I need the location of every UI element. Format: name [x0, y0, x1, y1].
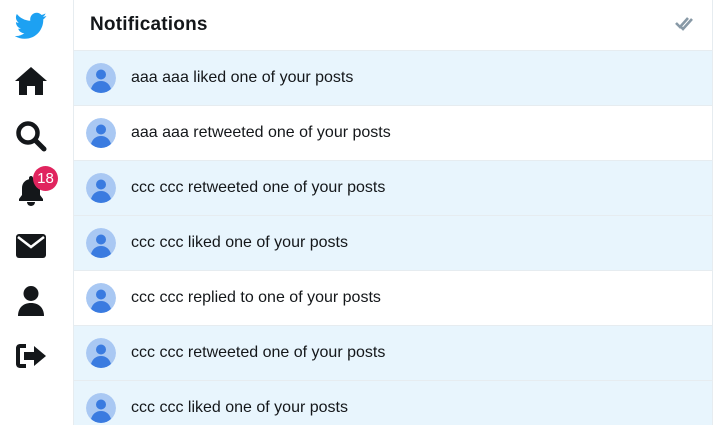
- notification-text: ccc ccc replied to one of your posts: [131, 289, 381, 306]
- notification-row[interactable]: ccc ccc replied to one of your posts: [74, 271, 712, 326]
- avatar[interactable]: [86, 393, 116, 423]
- avatar[interactable]: [86, 338, 116, 368]
- search-icon: [15, 120, 47, 152]
- logo-link[interactable]: [0, 3, 62, 49]
- avatar[interactable]: [86, 63, 116, 93]
- nav-messages[interactable]: [0, 223, 62, 269]
- notification-row[interactable]: ccc ccc retweeted one of your posts: [74, 161, 712, 216]
- envelope-icon: [15, 233, 47, 259]
- nav-profile[interactable]: [0, 278, 62, 324]
- avatar[interactable]: [86, 118, 116, 148]
- page-title: Notifications: [90, 14, 208, 35]
- user-avatar-icon: [86, 283, 116, 313]
- nav-explore[interactable]: [0, 113, 62, 159]
- notification-text: aaa aaa retweeted one of your posts: [131, 124, 391, 141]
- user-avatar-icon: [86, 118, 116, 148]
- notifications-panel: Notifications aaa aaa liked one of your …: [73, 0, 713, 425]
- notification-text: aaa aaa liked one of your posts: [131, 69, 354, 86]
- notification-row[interactable]: ccc ccc liked one of your posts: [74, 381, 712, 425]
- notification-row[interactable]: aaa aaa liked one of your posts: [74, 51, 712, 106]
- notification-row[interactable]: aaa aaa retweeted one of your posts: [74, 106, 712, 161]
- sign-out-icon: [15, 342, 47, 370]
- home-icon: [14, 66, 48, 96]
- user-avatar-icon: [86, 63, 116, 93]
- avatar[interactable]: [86, 173, 116, 203]
- panel-header: Notifications: [74, 0, 712, 51]
- notification-text: ccc ccc retweeted one of your posts: [131, 344, 386, 361]
- notification-list: aaa aaa liked one of your posts aaa aaa r…: [74, 51, 712, 425]
- nav-logout[interactable]: [0, 333, 62, 379]
- app: 18 Notifications aaa aaa liked one of yo…: [0, 0, 714, 425]
- user-avatar-icon: [86, 393, 116, 423]
- sidebar: 18: [0, 0, 62, 425]
- nav-home[interactable]: [0, 58, 62, 104]
- avatar[interactable]: [86, 228, 116, 258]
- notification-text: ccc ccc liked one of your posts: [131, 234, 348, 251]
- avatar[interactable]: [86, 283, 116, 313]
- notification-count-badge: 18: [33, 166, 58, 191]
- user-avatar-icon: [86, 338, 116, 368]
- user-avatar-icon: [86, 173, 116, 203]
- notification-row[interactable]: ccc ccc retweeted one of your posts: [74, 326, 712, 381]
- double-check-icon: [675, 15, 693, 36]
- user-avatar-icon: [86, 228, 116, 258]
- twitter-bird-icon: [15, 12, 47, 40]
- mark-all-read-button[interactable]: [674, 15, 694, 35]
- notification-row[interactable]: ccc ccc liked one of your posts: [74, 216, 712, 271]
- notification-text: ccc ccc retweeted one of your posts: [131, 179, 386, 196]
- notification-text: ccc ccc liked one of your posts: [131, 399, 348, 416]
- user-icon: [17, 285, 45, 317]
